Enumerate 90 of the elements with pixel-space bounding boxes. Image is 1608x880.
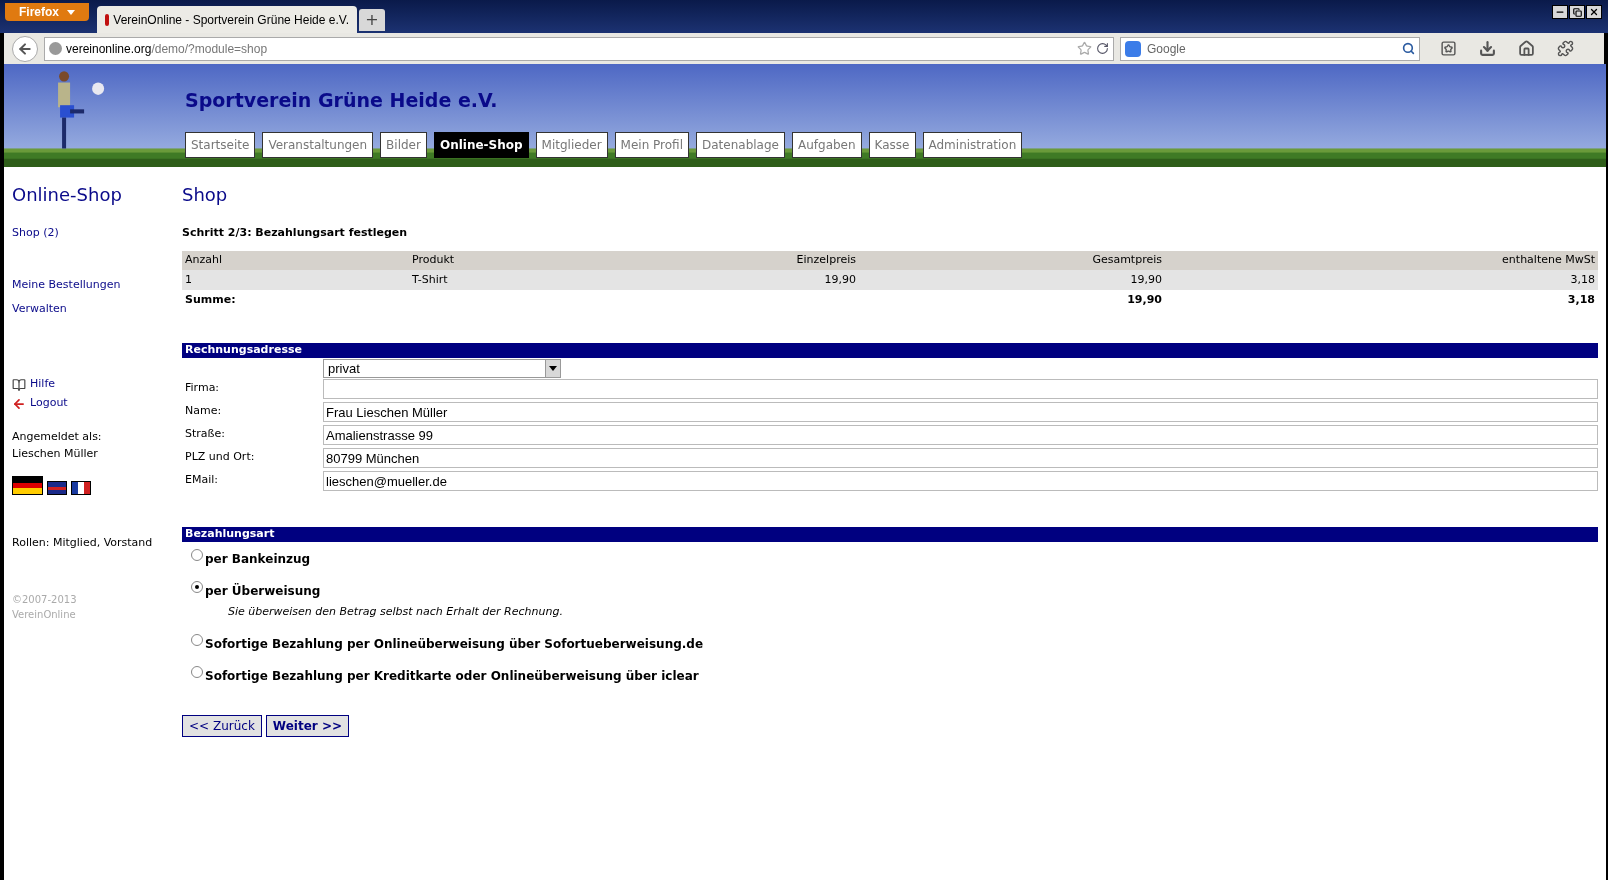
field-label: Firma: <box>184 380 221 396</box>
nav-tab[interactable]: Veranstaltungen <box>262 132 374 158</box>
book-icon <box>12 377 26 392</box>
user-name: Lieschen Müller <box>12 445 99 462</box>
roles-text: Rollen: Mitglied, Vorstand <box>12 535 154 551</box>
field-label: PLZ und Ort: <box>184 449 256 465</box>
payment-option-label[interactable]: per Überweisung <box>205 582 321 600</box>
logged-in-label: Angemeldet als: <box>12 429 103 445</box>
nav-tab[interactable]: Startseite <box>185 132 256 158</box>
total-label: Summe: <box>184 291 237 308</box>
column-header: Einzelpreis <box>795 252 857 269</box>
total-price: 19,90 <box>1126 291 1163 308</box>
table-cell-text: T-Shirt <box>411 271 449 288</box>
radio-button[interactable] <box>191 665 203 678</box>
nav-tab[interactable]: Aufgaben <box>791 132 862 158</box>
download-icon[interactable] <box>1479 40 1496 57</box>
input-field[interactable]: Amalienstrasse 99 <box>323 425 1598 445</box>
caret-icon <box>549 366 557 371</box>
sidebar-link[interactable]: Verwalten <box>12 301 67 325</box>
caret-icon <box>67 9 75 15</box>
dropdown-arrow-button[interactable] <box>545 360 560 377</box>
back-button[interactable] <box>12 35 38 62</box>
page-heading: Shop <box>182 183 229 207</box>
german-flag-icon[interactable] <box>12 476 43 495</box>
logout-link[interactable]: Logout <box>30 395 68 412</box>
restore-button[interactable] <box>1569 5 1585 19</box>
nav-tab[interactable]: Kasse <box>868 132 916 158</box>
payment-option-label[interactable]: Sofortige Bezahlung per Onlineüberweisung über Sofortueberweisung.de <box>205 634 704 653</box>
section-header: Rechnungsadresse <box>182 343 1598 358</box>
next-button[interactable]: Weiter >> <box>265 714 349 737</box>
search-field[interactable]: Google <box>1120 36 1420 61</box>
search-icon[interactable] <box>1402 42 1415 55</box>
section-header: Bezahlungsart <box>182 527 1598 542</box>
sidebar-link[interactable]: Meine Bestellungen <box>12 277 121 301</box>
star-icon[interactable] <box>1077 41 1092 56</box>
radio-button[interactable] <box>191 633 203 646</box>
french-flag-icon[interactable] <box>71 481 91 495</box>
url-text: vereinonline.org/demo/?module=shop <box>66 40 268 58</box>
nav-tab[interactable]: Mein Profil <box>614 132 689 158</box>
minimize-button[interactable] <box>1552 5 1568 19</box>
column-header: Gesamtpreis <box>1091 252 1163 269</box>
new-tab-button[interactable]: + <box>359 9 385 31</box>
sidebar-link[interactable]: Shop (2) <box>12 225 59 247</box>
column-header: Produkt <box>411 252 456 269</box>
home-icon[interactable] <box>1518 40 1535 57</box>
input-field[interactable]: 80799 München <box>323 448 1598 468</box>
table-cell-text: 1 <box>184 271 193 288</box>
input-field[interactable] <box>323 379 1598 399</box>
radio-button[interactable] <box>191 581 203 593</box>
site-title: Sportverein Grüne Heide e.V. <box>185 88 499 113</box>
table-cell-text: 19,90 <box>823 271 857 288</box>
restore-icon <box>1572 7 1582 17</box>
field-label: Straße: <box>184 426 226 442</box>
close-icon <box>1589 7 1599 17</box>
address-field[interactable]: vereinonline.org/demo/?module=shop <box>44 36 1114 61</box>
step-heading: Schritt 2/3: Bezahlungsart festlegen <box>182 225 409 241</box>
field-label: Name: <box>184 403 223 419</box>
field-label: EMail: <box>184 472 219 488</box>
table-cell-text: 19,90 <box>1129 271 1163 288</box>
total-vat: 3,18 <box>1566 291 1596 308</box>
reload-icon[interactable] <box>1096 42 1109 55</box>
type-select[interactable]: privat <box>323 359 561 378</box>
input-field[interactable]: lieschen@mueller.de <box>323 471 1598 491</box>
british-flag-icon[interactable] <box>47 481 67 495</box>
radio-button[interactable] <box>191 549 203 561</box>
arrow-left-icon <box>12 396 26 411</box>
payment-option-label[interactable]: Sofortige Bezahlung per Kreditkarte oder Onlineüberweisung über iclear <box>205 666 699 685</box>
column-header: Anzahl <box>184 252 224 269</box>
puzzle-icon[interactable] <box>1557 40 1574 57</box>
copyright-text: ©2007-2013 <box>12 592 78 607</box>
nav-tab[interactable]: Bilder <box>380 132 427 158</box>
nav-tab[interactable]: Datenablage <box>696 132 785 158</box>
nav-tab[interactable]: Administration <box>922 132 1023 158</box>
input-field[interactable]: Frau Lieschen Müller <box>323 402 1598 422</box>
help-link[interactable]: Hilfe <box>30 376 56 393</box>
bookmarks-icon[interactable] <box>1440 40 1457 57</box>
search-placeholder: Google <box>1147 40 1186 58</box>
tab-title: VereinOnline - Sportverein Grüne Heide e.V. <box>113 11 349 29</box>
copyright-owner: VereinOnline <box>12 607 77 622</box>
payment-note: Sie überweisen den Betrag selbst nach Erhalt der Rechnung. <box>227 604 564 620</box>
sidebar-heading: Online-Shop <box>12 183 123 207</box>
table-cell-text: 3,18 <box>1569 271 1596 288</box>
payment-option-label[interactable]: per Bankeinzug <box>205 550 311 568</box>
browser-tab[interactable]: VereinOnline - Sportverein Grüne Heide e.V. <box>97 6 357 33</box>
nav-tab[interactable]: Mitglieder <box>535 132 608 158</box>
search-engine-icon <box>1125 40 1141 57</box>
column-header: enthaltene MwSt <box>1501 252 1596 269</box>
back-button[interactable]: << Zurück <box>182 714 262 737</box>
close-button[interactable] <box>1586 5 1602 19</box>
nav-tab[interactable]: Online-Shop <box>433 132 529 158</box>
